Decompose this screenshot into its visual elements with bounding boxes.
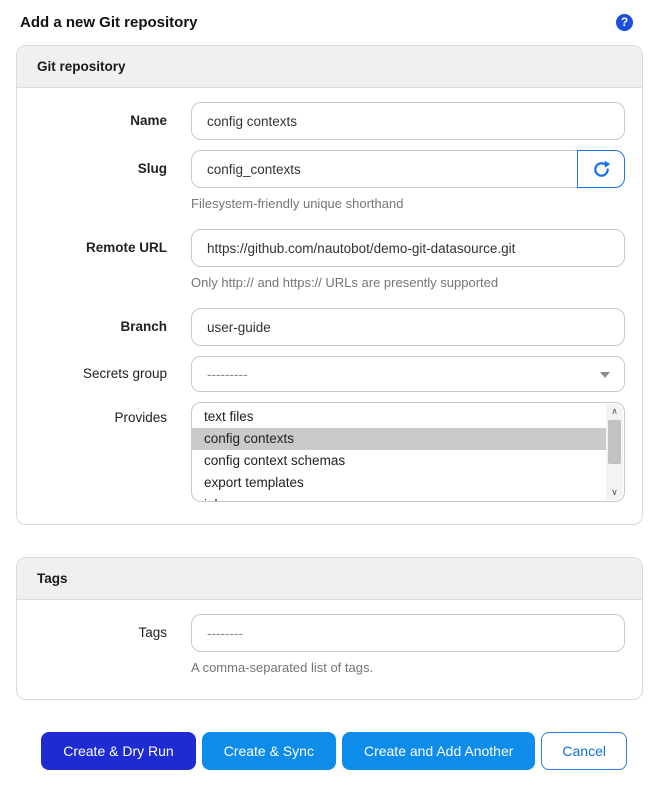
git-repository-panel-header: Git repository [17, 46, 642, 88]
provides-option-export-templates[interactable]: export templates [192, 472, 606, 494]
create-sync-button[interactable]: Create & Sync [201, 732, 336, 770]
secrets-group-select[interactable]: --------- [191, 356, 625, 392]
scroll-down-icon[interactable]: ∨ [606, 485, 623, 500]
provides-option-config-contexts[interactable]: config contexts [192, 428, 606, 450]
add-git-repository-page: Add a new Git repository ? Git repositor… [0, 0, 659, 770]
scrollbar-thumb[interactable] [608, 420, 621, 464]
page-header: Add a new Git repository ? [16, 12, 643, 45]
refresh-icon [592, 160, 611, 179]
git-repository-panel-body: Name Slug [17, 88, 642, 524]
remote-url-help-text: Only http:// and https:// URLs are prese… [191, 275, 499, 290]
provides-row: Provides text files config contexts conf… [17, 402, 625, 502]
remote-url-row: Remote URL Only http:// and https:// URL… [17, 229, 625, 290]
tags-panel-header: Tags [17, 558, 642, 600]
slug-label: Slug [137, 161, 167, 176]
provides-option-jobs[interactable]: jobs [192, 494, 606, 501]
tags-panel-body: Tags A comma-separated list of tags. [17, 600, 642, 699]
branch-field[interactable] [191, 308, 625, 346]
cancel-button[interactable]: Cancel [541, 732, 627, 770]
name-field[interactable] [191, 102, 625, 140]
slug-help-text: Filesystem-friendly unique shorthand [191, 196, 404, 211]
provides-listbox[interactable]: text files config contexts config contex… [191, 402, 625, 502]
provides-option-config-context-schemas[interactable]: config context schemas [192, 450, 606, 472]
page-title: Add a new Git repository [20, 14, 198, 31]
chevron-down-icon [600, 372, 610, 378]
tags-row: Tags A comma-separated list of tags. [17, 614, 625, 675]
regenerate-slug-button[interactable] [577, 150, 625, 188]
create-dry-run-button[interactable]: Create & Dry Run [41, 732, 196, 770]
tags-label: Tags [138, 625, 167, 640]
form-actions: Create & Dry Run Create & Sync Create an… [16, 732, 627, 770]
tags-panel: Tags Tags A comma-separated list of tags… [16, 557, 643, 700]
secrets-group-row: Secrets group --------- [17, 356, 625, 392]
name-row: Name [17, 102, 625, 140]
branch-label: Branch [120, 319, 167, 334]
slug-row: Slug Filesystem-fr [17, 150, 625, 211]
tags-help-text: A comma-separated list of tags. [191, 660, 374, 675]
provides-option-text-files[interactable]: text files [192, 406, 606, 428]
slug-field[interactable] [191, 150, 578, 188]
name-label: Name [130, 113, 167, 128]
remote-url-label: Remote URL [85, 240, 167, 255]
scroll-up-icon[interactable]: ∧ [606, 404, 623, 419]
branch-row: Branch [17, 308, 625, 346]
secrets-group-selected-value: --------- [207, 366, 248, 382]
secrets-group-label: Secrets group [82, 366, 167, 381]
create-add-another-button[interactable]: Create and Add Another [341, 732, 536, 770]
help-icon[interactable]: ? [616, 14, 633, 31]
listbox-scrollbar[interactable]: ∧ ∨ [606, 404, 623, 500]
provides-label: Provides [114, 410, 167, 425]
git-repository-panel: Git repository Name Slug [16, 45, 643, 525]
tags-field[interactable] [191, 614, 625, 652]
remote-url-field[interactable] [191, 229, 625, 267]
